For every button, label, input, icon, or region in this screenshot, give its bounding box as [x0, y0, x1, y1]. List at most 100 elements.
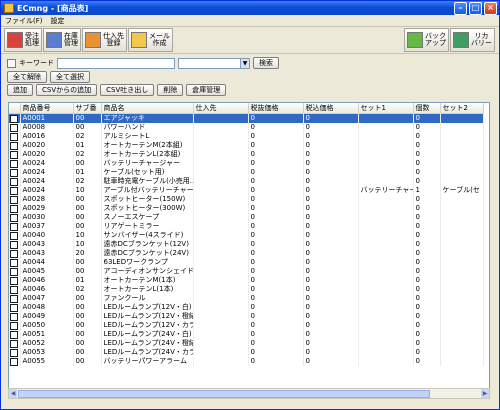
backup-button[interactable]: バック アップ	[404, 28, 449, 52]
row-checkbox[interactable]	[10, 160, 19, 168]
row-checkbox[interactable]	[10, 358, 19, 366]
supplier-registration-button[interactable]: 仕入先 登録	[82, 28, 127, 52]
product-table[interactable]: 商品番号 サブ番 商品名 仕入先 税抜価格 税込価格 セット1 個数 セット2 …	[8, 102, 490, 389]
table-row[interactable]: A0020 02 オートカーテンL(2本組) 0 0 0	[9, 150, 484, 159]
table-cell: LEDルームランプ(12V・白)	[101, 303, 194, 312]
keyword-input[interactable]	[57, 57, 175, 69]
row-checkbox[interactable]	[10, 277, 19, 285]
row-checkbox[interactable]	[10, 304, 19, 312]
search-button[interactable]: 検索	[253, 57, 279, 69]
menu-settings[interactable]: 設定	[51, 16, 65, 26]
scroll-left-icon[interactable]: ◀	[9, 389, 17, 398]
table-cell	[358, 303, 414, 312]
table-row[interactable]: A0052 00 LEDルームランプ(24V・橙結) 0 0 0	[9, 339, 484, 348]
table-row[interactable]: A0053 00 LEDルームランプ(24V・カラ... 0 0 0	[9, 348, 484, 357]
csv-export-button[interactable]: CSV吐き出し	[100, 84, 155, 96]
horizontal-scrollbar[interactable]: ◀ ▶	[8, 388, 490, 399]
recovery-button[interactable]: リカ バリー	[450, 28, 495, 52]
table-row[interactable]: A0008 00 パワーハンド 0 0 0	[9, 123, 484, 132]
row-checkbox[interactable]	[10, 241, 19, 249]
table-cell	[440, 294, 484, 303]
row-checkbox[interactable]	[10, 259, 19, 267]
row-checkbox[interactable]	[10, 286, 19, 294]
table-row[interactable]: A0051 00 LEDルームランプ(24V・白) 0 0 0	[9, 330, 484, 339]
column-header[interactable]: サブ番	[73, 103, 102, 114]
table-row[interactable]: A0048 00 LEDルームランプ(12V・白) 0 0 0	[9, 303, 484, 312]
tool-label: バック アップ	[425, 32, 446, 47]
table-row[interactable]: A0001 00 エアジャッキ 0 0 0	[9, 113, 484, 123]
delete-button[interactable]: 削除	[157, 84, 184, 96]
table-row[interactable]: A0028 00 スポットヒーター(150W) 0 0 0	[9, 195, 484, 204]
table-row[interactable]: A0016 02 アルミシートL 0 0 0	[9, 132, 484, 141]
row-checkbox[interactable]	[10, 349, 19, 357]
table-cell: A0050	[20, 321, 74, 330]
table-row[interactable]: A0044 00 63LEDワークランプ 0 0 0	[9, 258, 484, 267]
table-row[interactable]: A0037 00 リアゲートミラー 0 0 0	[9, 222, 484, 231]
row-checkbox[interactable]	[10, 268, 19, 276]
table-row[interactable]: A0047 00 ファンクール 0 0 0	[9, 294, 484, 303]
order-processing-button[interactable]: 受注 処理	[4, 28, 42, 52]
deselect-all-button[interactable]: 全て解除	[7, 71, 47, 83]
select-all-button[interactable]: 全て選択	[50, 71, 90, 83]
row-checkbox[interactable]	[10, 331, 19, 339]
table-row[interactable]: A0043 20 遠赤DCブランケット(24V) 0 0 0	[9, 249, 484, 258]
row-checkbox[interactable]	[10, 340, 19, 348]
warehouse-button[interactable]: 倉庫管理	[186, 84, 227, 96]
close-button[interactable]: ×	[484, 1, 497, 15]
column-header[interactable]: セット1	[358, 103, 414, 114]
table-row[interactable]: A0024 02 駐車時充電ケーブル(小売用... 0 0 0	[9, 177, 484, 186]
table-row[interactable]: A0020 01 オートカーテンM(2本組) 0 0 0	[9, 141, 484, 150]
row-checkbox[interactable]	[10, 214, 19, 222]
row-checkbox[interactable]	[10, 295, 19, 303]
minimize-button[interactable]: –	[454, 1, 467, 15]
table-cell	[358, 249, 414, 258]
row-checkbox[interactable]	[10, 151, 19, 159]
column-header[interactable]: セット2	[440, 103, 484, 114]
table-row[interactable]: A0049 00 LEDルームランプ(12V・橙結) 0 0 0	[9, 312, 484, 321]
table-row[interactable]: A0040 10 サンバイザー(4スライド) 0 0 0	[9, 231, 484, 240]
table-row[interactable]: A002410アーブル付バッテリーチャー...00バッテリーチャー...1ケーブ…	[9, 186, 484, 195]
row-checkbox[interactable]	[10, 196, 19, 204]
row-checkbox[interactable]	[10, 250, 19, 258]
csv-add-button[interactable]: CSVからの追加	[36, 84, 98, 96]
table-cell: A0045	[20, 267, 74, 276]
table-row[interactable]: A0045 00 アコーディオンサンシェイド 0 0 0	[9, 267, 484, 276]
row-checkbox[interactable]	[10, 142, 19, 150]
menu-file[interactable]: ファイル(F)	[5, 16, 43, 26]
column-header[interactable]: 商品番号	[20, 103, 74, 114]
row-checkbox[interactable]	[10, 169, 19, 177]
column-header[interactable]: 個数	[413, 103, 441, 114]
row-checkbox[interactable]	[10, 178, 19, 186]
table-row[interactable]: A0043 10 遠赤DCブランケット(12V) 0 0 0	[9, 240, 484, 249]
scroll-right-icon[interactable]: ▶	[481, 389, 489, 398]
row-checkbox[interactable]	[10, 124, 19, 132]
table-row[interactable]: A0024 00 バッテリーチャージャー 0 0 0	[9, 159, 484, 168]
table-row[interactable]: A0055 00 バッテリーパワーアラーム 0 0 0	[9, 357, 484, 366]
row-checkbox[interactable]	[10, 223, 19, 231]
scrollbar-thumb[interactable]	[18, 390, 430, 398]
stock-management-button[interactable]: 在庫 管理	[43, 28, 81, 52]
maximize-button[interactable]: □	[469, 1, 482, 15]
column-header[interactable]: 税抜価格	[248, 103, 304, 114]
table-row[interactable]: A0046 01 オートカーテンM(1本) 0 0 0	[9, 276, 484, 285]
column-header[interactable]: 仕入先	[193, 103, 249, 114]
table-row[interactable]: A0050 00 LEDルームランプ(12V・カラ... 0 0 0	[9, 321, 484, 330]
category-select[interactable]: ▼	[178, 57, 250, 69]
table-row[interactable]: A0024 01 ケーブル(セット用) 0 0 0	[9, 168, 484, 177]
table-row[interactable]: A0046 02 オートカーテンL(1本) 0 0 0	[9, 285, 484, 294]
row-checkbox[interactable]	[10, 133, 19, 141]
column-header[interactable]: 商品名	[101, 103, 194, 114]
row-checkbox[interactable]	[10, 187, 19, 195]
table-cell: 0	[413, 348, 441, 357]
row-checkbox[interactable]	[10, 115, 19, 123]
table-row[interactable]: A0030 00 スノーエスケープ 0 0 0	[9, 213, 484, 222]
row-checkbox[interactable]	[10, 313, 19, 321]
add-button[interactable]: 追加	[7, 84, 33, 96]
column-header[interactable]: 税込価格	[303, 103, 359, 114]
table-row[interactable]: A0029 00 スポットヒーター(300W) 0 0 0	[9, 204, 484, 213]
row-checkbox[interactable]	[10, 322, 19, 330]
keyword-checkbox[interactable]	[7, 58, 16, 68]
row-checkbox[interactable]	[10, 232, 19, 240]
row-checkbox[interactable]	[10, 205, 19, 213]
mail-compose-button[interactable]: メール 作成	[128, 28, 173, 52]
